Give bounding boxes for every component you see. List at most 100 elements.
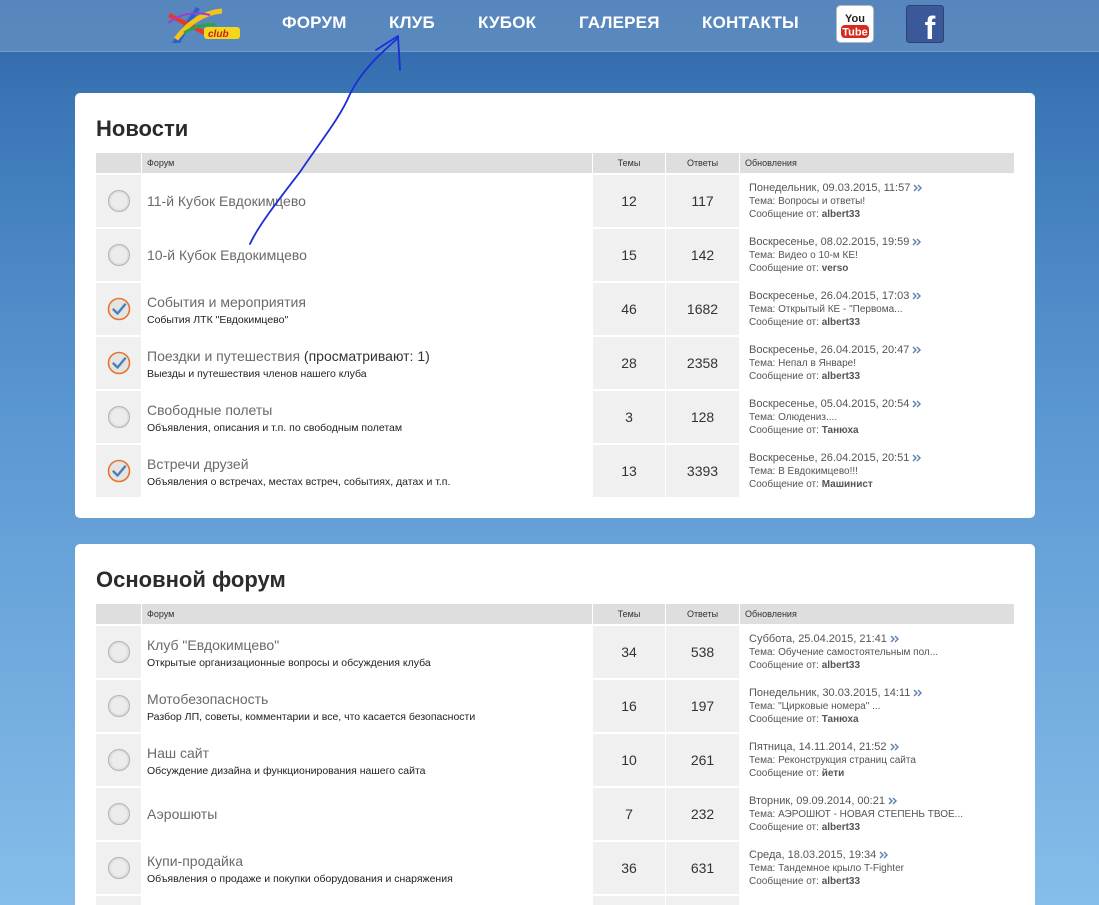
table-row <box>96 894 1014 905</box>
last-post-author-prefix: Сообщение от: <box>749 659 819 671</box>
youtube-icon[interactable]: You Tube <box>836 5 874 43</box>
forum-title-link[interactable]: Свободные полеты <box>147 401 592 419</box>
last-post-author[interactable]: йети <box>822 768 845 779</box>
last-post-date-line: Воскресенье, 26.04.2015, 20:47 <box>749 344 1014 357</box>
last-post-author-line: Сообщение от: Танюха <box>749 424 1014 437</box>
last-post-author[interactable]: albert33 <box>822 822 860 833</box>
forum-title-link[interactable]: Клуб "Евдокимцево" <box>147 636 592 654</box>
goto-last-post-icon[interactable] <box>879 851 890 859</box>
last-post-topic[interactable]: АЭРОШЮТ - НОВАЯ СТЕПЕНЬ ТВОЕ... <box>778 809 963 820</box>
forum-status-cell <box>96 624 141 678</box>
goto-last-post-icon[interactable] <box>913 184 924 192</box>
forum-last-post-cell: Понедельник, 09.03.2015, 11:57 Тема: Вопр… <box>739 173 1014 227</box>
forum-last-post-cell: Воскресенье, 08.02.2015, 19:59 Тема: Виде… <box>739 227 1014 281</box>
last-post-author[interactable]: albert33 <box>822 317 860 328</box>
forum-title-link[interactable]: 11-й Кубок Евдокимцево <box>147 192 592 210</box>
site-logo[interactable]: club <box>166 3 242 47</box>
forum-title-link[interactable]: 10-й Кубок Евдокимцево <box>147 246 592 264</box>
goto-last-post-icon[interactable] <box>912 454 923 462</box>
last-post-author-line: Сообщение от: йети <box>749 767 1014 780</box>
last-post-author[interactable]: albert33 <box>822 876 860 887</box>
forum-status-cell <box>96 840 141 894</box>
last-post-date: Воскресенье, 26.04.2015, 20:47 <box>749 343 910 356</box>
forum-status-cell <box>96 678 141 732</box>
forum-read-icon <box>107 405 130 429</box>
forum-info-cell: Аэрошюты <box>141 786 592 840</box>
last-post-author[interactable]: verso <box>822 263 849 274</box>
forum-replies-count: 142 <box>665 227 739 281</box>
nav-gallery[interactable]: ГАЛЕРЕЯ <box>579 13 660 33</box>
header-topics: Темы <box>592 153 665 173</box>
last-post-date: Понедельник, 30.03.2015, 14:11 <box>749 686 911 699</box>
forum-name: Купи-продайка <box>147 852 244 869</box>
goto-last-post-icon[interactable] <box>912 346 923 354</box>
last-post-topic-line: Тема: Олюдениз.... <box>749 411 1014 424</box>
last-post-topic[interactable]: Олюдениз.... <box>778 412 837 423</box>
nav-cup[interactable]: КУБОК <box>478 13 536 33</box>
forum-title-link[interactable]: Купи-продайка <box>147 852 592 870</box>
last-post-date: Воскресенье, 26.04.2015, 20:51 <box>749 451 910 464</box>
last-post-date: Воскресенье, 05.04.2015, 20:54 <box>749 397 910 410</box>
last-post-author-prefix: Сообщение от: <box>749 875 819 887</box>
last-post-author[interactable]: albert33 <box>822 209 860 220</box>
last-post-author[interactable]: Танюха <box>822 714 859 725</box>
goto-last-post-icon[interactable] <box>890 743 901 751</box>
goto-last-post-icon[interactable] <box>888 797 899 805</box>
forum-replies-count: 128 <box>665 389 739 443</box>
youtube-label-you: You <box>845 13 865 25</box>
last-post-date-line: Вторник, 09.09.2014, 00:21 <box>749 795 1014 808</box>
goto-last-post-icon[interactable] <box>912 292 923 300</box>
last-post-topic[interactable]: В Евдокимцево!!! <box>778 466 858 477</box>
forum-title-link[interactable]: Аэрошюты <box>147 805 592 823</box>
forum-title-link[interactable]: Встречи друзей <box>147 455 592 473</box>
last-post-author-prefix: Сообщение от: <box>749 478 819 490</box>
last-post-author[interactable]: Машинист <box>822 479 873 490</box>
table-row: Аэрошюты 7 232 Вторник, 09.09.2014, 00:21 Те… <box>96 786 1014 840</box>
last-post-author[interactable]: Танюха <box>822 425 859 436</box>
forum-title-link[interactable]: Мотобезопасность <box>147 690 592 708</box>
forum-title-link[interactable]: События и мероприятия <box>147 293 592 311</box>
last-post-topic[interactable]: Обучение самостоятельным пол... <box>778 647 938 658</box>
last-post-date: Понедельник, 09.03.2015, 11:57 <box>749 181 911 194</box>
last-post-topic[interactable]: Реконструкция страниц сайта <box>778 755 916 766</box>
last-post-topic[interactable]: Непал в Январе! <box>778 358 856 369</box>
logo-icon: club <box>167 7 240 43</box>
last-post-author-line: Сообщение от: Машинист <box>749 478 1014 491</box>
nav-club[interactable]: КЛУБ <box>389 13 435 33</box>
goto-last-post-icon[interactable] <box>912 238 923 246</box>
last-post-topic[interactable]: Открытый КЕ - "Первома... <box>778 304 902 315</box>
forum-unread-icon <box>107 351 130 375</box>
forum-topics-count <box>592 894 665 905</box>
last-post-topic[interactable]: Тандемное крыло T-Fighter <box>778 863 904 874</box>
forum-read-icon <box>107 856 130 880</box>
nav-forum[interactable]: ФОРУМ <box>282 13 347 33</box>
last-post-topic-prefix: Тема: <box>749 465 776 477</box>
forum-title-link[interactable]: Поездки и путешествия (просматривают: 1) <box>147 347 592 365</box>
last-post-date-line: Воскресенье, 08.02.2015, 19:59 <box>749 236 1014 249</box>
last-post-topic-prefix: Тема: <box>749 808 776 820</box>
nav-contacts[interactable]: КОНТАКТЫ <box>702 13 799 33</box>
last-post-author[interactable]: albert33 <box>822 660 860 671</box>
forum-info-cell: Купи-продайка Объявления о продаже и поку… <box>141 840 592 894</box>
facebook-icon[interactable]: f <box>906 5 944 46</box>
forum-replies-count: 631 <box>665 840 739 894</box>
goto-last-post-icon[interactable] <box>912 400 923 408</box>
table-row: Встречи друзей Объявления о встречах, мес… <box>96 443 1014 497</box>
goto-last-post-icon[interactable] <box>913 689 924 697</box>
last-post-date-line: Пятница, 14.11.2014, 21:52 <box>749 741 1014 754</box>
last-post-author[interactable]: albert33 <box>822 371 860 382</box>
last-post-date-line: Понедельник, 09.03.2015, 11:57 <box>749 182 1014 195</box>
last-post-topic-line: Тема: Непал в Январе! <box>749 357 1014 370</box>
last-post-topic[interactable]: Вопросы и ответы! <box>778 196 865 207</box>
forum-description: Открытые организационные вопросы и обсуж… <box>147 656 431 669</box>
forum-title-link[interactable]: Наш сайт <box>147 744 592 762</box>
last-post-topic[interactable]: Видео о 10-м КЕ! <box>778 250 858 261</box>
forum-name: Встречи друзей <box>147 455 249 472</box>
forum-name: 11-й Кубок Евдокимцево <box>147 193 306 209</box>
header-forum: Форум <box>141 604 592 624</box>
goto-last-post-icon[interactable] <box>890 635 901 643</box>
forum-name: Аэрошюты <box>147 806 218 822</box>
last-post-topic[interactable]: "Цирковые номера" ... <box>778 701 880 712</box>
forum-topics-count: 13 <box>592 443 665 497</box>
forum-read-icon <box>107 243 130 267</box>
